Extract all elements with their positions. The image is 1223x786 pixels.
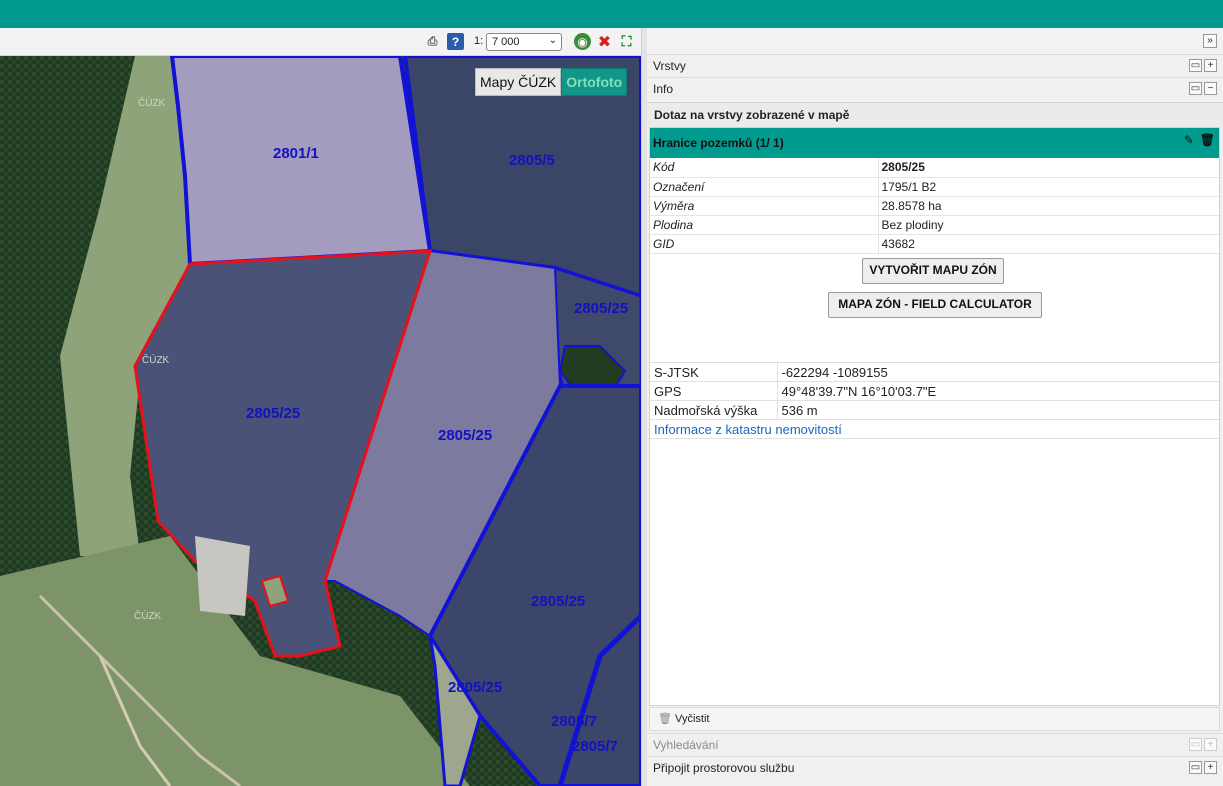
pin-icon[interactable]: ▭ [1189, 59, 1202, 72]
trash-icon[interactable]: 🗑 [1200, 133, 1215, 147]
trash-icon: 🗑 [658, 713, 672, 725]
edit-icon[interactable]: ✎ [1184, 133, 1194, 147]
field-calculator-button[interactable]: MAPA ZÓN - FIELD CALCULATOR [828, 292, 1042, 318]
parcel-label: 2801/1 [273, 145, 319, 162]
parcel-label: 2805/7 [572, 738, 618, 755]
section-vyhledavani[interactable]: Vyhledávání ▭ + [647, 733, 1223, 756]
coord-key: Nadmořská výška [650, 400, 778, 420]
expand-icon[interactable]: + [1204, 738, 1217, 751]
table-row: Kód 2805/25 [650, 158, 1219, 178]
attr-value: 43682 [878, 234, 1219, 254]
attr-value: 28.8578 ha [878, 196, 1219, 216]
coord-value: 49°48'39.7"N 16°10'03.7"E [777, 381, 1219, 401]
attr-value: Bez plodiny [878, 215, 1219, 235]
pin-icon[interactable]: ▭ [1189, 761, 1202, 774]
coordinates-table: S-JTSK -622294 -1089155 GPS 49°48'39.7"N 1… [650, 362, 1219, 439]
clear-button[interactable]: 🗑 Vyčistit [649, 707, 1220, 731]
parcel-label: 2805/7 [551, 713, 597, 730]
table-row: GID 43682 [650, 234, 1219, 254]
map-toolbar: ⎙ ? 1: 7 000 ⌄ ◉ ✖ ⛶ [0, 28, 641, 56]
table-row: GPS 49°48'39.7"N 16°10'03.7"E [650, 381, 1219, 401]
attr-key: GID [650, 234, 879, 254]
query-results: Hranice pozemků (1/ 1) ✎ 🗑 Kód 2805/25 Oz… [649, 127, 1220, 706]
attr-key: Výměra [650, 196, 879, 216]
attr-value: 1795/1 B2 [878, 177, 1219, 197]
parcel-label: 2805/25 [531, 593, 585, 610]
coord-value: 536 m [777, 400, 1219, 420]
parcel-label: 2805/25 [438, 427, 492, 444]
parcel-label: 2805/25 [246, 405, 300, 422]
section-pripojit[interactable]: Připojit prostorovou službu ▭ + [647, 756, 1223, 779]
table-row: Označení 1795/1 B2 [650, 177, 1219, 197]
basemap-switcher: Mapy ČÚZK Ortofoto [475, 68, 628, 96]
coord-value: -622294 -1089155 [777, 362, 1219, 382]
parcel-label: 2805/5 [509, 152, 555, 169]
farm-buildings [195, 536, 250, 616]
table-row: Plodina Bez plodiny [650, 215, 1219, 235]
app-header-bar [0, 0, 1223, 28]
clear-label: Vyčistit [675, 713, 710, 725]
cuzk-watermark: ČÚZK [138, 96, 166, 109]
attr-key: Kód [650, 158, 879, 178]
map-container: ⎙ ? 1: 7 000 ⌄ ◉ ✖ ⛶ ČÚZK ČÚZK ČÚZK 2801… [0, 28, 641, 786]
print-icon[interactable]: ⎙ [424, 33, 441, 50]
attribute-table: Kód 2805/25 Označení 1795/1 B2 Výměra 28.85… [650, 158, 1219, 254]
collapse-panel-button[interactable]: » [1203, 34, 1217, 48]
create-zone-map-button[interactable]: VYTVOŘIT MAPU ZÓN [862, 258, 1004, 284]
pin-icon[interactable]: ▭ [1189, 82, 1202, 95]
tab-ortofoto[interactable]: Ortofoto [561, 68, 628, 96]
side-panel: » Vrstvy ▭ + Info ▭ − Dotaz na vrstvy zobr… [647, 28, 1223, 786]
pin-icon[interactable]: ▭ [1189, 738, 1202, 751]
close-icon[interactable]: ✖ [596, 33, 613, 51]
globe-icon[interactable]: ◉ [574, 33, 591, 50]
table-row: S-JTSK -622294 -1089155 [650, 362, 1219, 382]
parcel-label: 2805/25 [448, 679, 502, 696]
expand-icon[interactable]: + [1204, 761, 1217, 774]
collapse-icon[interactable]: − [1204, 82, 1217, 95]
fullscreen-icon[interactable]: ⛶ [618, 33, 635, 50]
table-row: Výměra 28.8578 ha [650, 196, 1219, 216]
parcel-label: 2805/25 [574, 300, 628, 317]
coord-key: GPS [650, 381, 778, 401]
tab-mapy-cuzk[interactable]: Mapy ČÚZK [475, 68, 562, 96]
scale-prefix: 1: [474, 35, 484, 47]
section-label: Info [653, 82, 674, 96]
query-title: Dotaz na vrstvy zobrazené v mapě [647, 102, 1223, 127]
table-row: Informace z katastru nemovitostí [650, 419, 1219, 439]
attr-key: Plodina [650, 215, 879, 235]
section-label: Připojit prostorovou službu [653, 761, 795, 775]
chevron-down-icon: ⌄ [548, 35, 557, 46]
scale-value: 7 000 [492, 36, 520, 48]
attr-value: 2805/25 [878, 158, 1219, 178]
layer-result-header: Hranice pozemků (1/ 1) ✎ 🗑 [650, 128, 1219, 158]
section-info[interactable]: Info ▭ − [647, 77, 1223, 100]
coord-key: S-JTSK [650, 362, 778, 382]
expand-icon[interactable]: + [1204, 59, 1217, 72]
scale-select[interactable]: 7 000 ⌄ [486, 33, 562, 51]
cuzk-watermark: ČÚZK [134, 609, 162, 622]
section-label: Vrstvy [653, 59, 686, 73]
cuzk-watermark: ČÚZK [142, 353, 170, 366]
panel-top-bar: » [647, 28, 1223, 54]
ortho-map[interactable]: ČÚZK ČÚZK ČÚZK 2801/1 2805/5 2805/25 280… [0, 56, 641, 786]
attr-key: Označení [650, 177, 879, 197]
help-icon[interactable]: ? [447, 33, 464, 50]
cadastre-link[interactable]: Informace z katastru nemovitostí [654, 422, 842, 437]
section-label: Vyhledávání [653, 738, 719, 752]
layer-title: Hranice pozemků (1/ 1) [653, 136, 784, 150]
section-vrstvy[interactable]: Vrstvy ▭ + [647, 54, 1223, 77]
table-row: Nadmořská výška 536 m [650, 400, 1219, 420]
